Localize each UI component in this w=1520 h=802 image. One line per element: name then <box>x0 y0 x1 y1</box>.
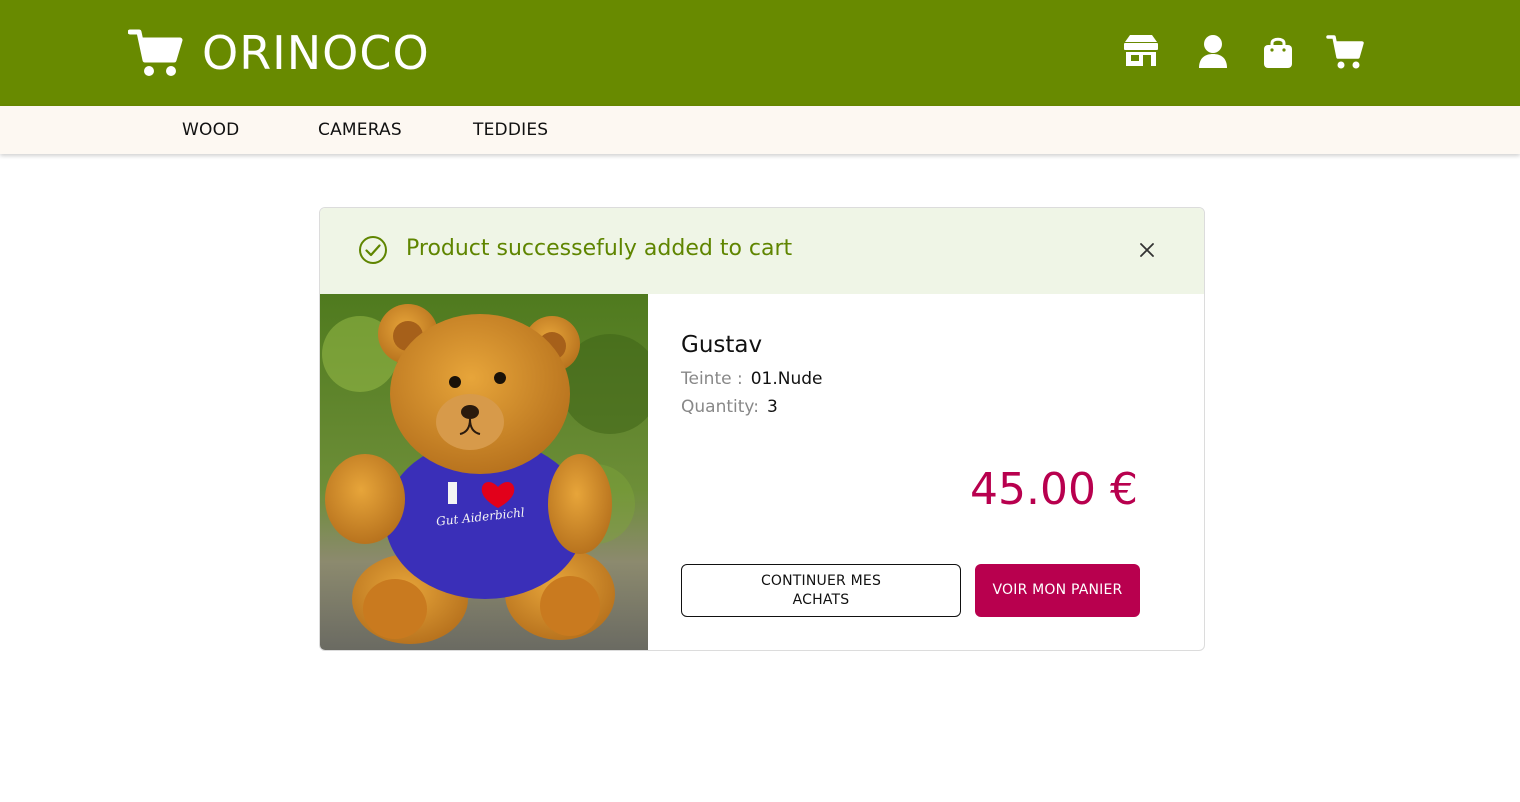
product-image: Gut Aiderbichl <box>320 294 648 650</box>
bag-icon[interactable] <box>1259 34 1297 70</box>
product-name: Gustav <box>681 332 763 358</box>
alert-message: Product successefuly added to cart <box>406 236 793 261</box>
site-header: ORINOCO <box>0 0 1520 106</box>
cart-logo-icon <box>128 29 183 76</box>
continue-shopping-button[interactable]: CONTINUER MES ACHATS <box>681 564 961 617</box>
user-icon[interactable] <box>1194 34 1232 70</box>
quantity-value: 3 <box>766 397 778 417</box>
check-circle-icon <box>359 236 387 264</box>
brand-logo[interactable]: ORINOCO <box>128 26 430 80</box>
quantity-label: Quantity: <box>681 397 759 417</box>
success-alert: Product successefuly added to cart <box>320 208 1204 294</box>
nav-item-wood[interactable]: WOOD <box>182 106 239 154</box>
shade-value: 01.Nude <box>750 369 823 389</box>
view-cart-button[interactable]: VOIR MON PANIER <box>975 564 1140 617</box>
add-to-cart-modal: Product successefuly added to cart Gut A… <box>319 207 1205 651</box>
cart-icon[interactable] <box>1326 34 1364 70</box>
product-price: 45.00 € <box>970 464 1138 515</box>
nav-item-cameras[interactable]: CAMERAS <box>318 106 402 154</box>
category-nav: WOOD CAMERAS TEDDIES <box>0 106 1520 154</box>
store-icon[interactable] <box>1122 34 1160 70</box>
brand-name: ORINOCO <box>202 26 430 80</box>
nav-item-teddies[interactable]: TEDDIES <box>473 106 548 154</box>
close-icon[interactable] <box>1138 241 1156 259</box>
shade-label: Teinte : <box>681 369 743 389</box>
shade-row: Teinte : 01.Nude <box>681 369 823 389</box>
quantity-row: Quantity: 3 <box>681 397 778 417</box>
